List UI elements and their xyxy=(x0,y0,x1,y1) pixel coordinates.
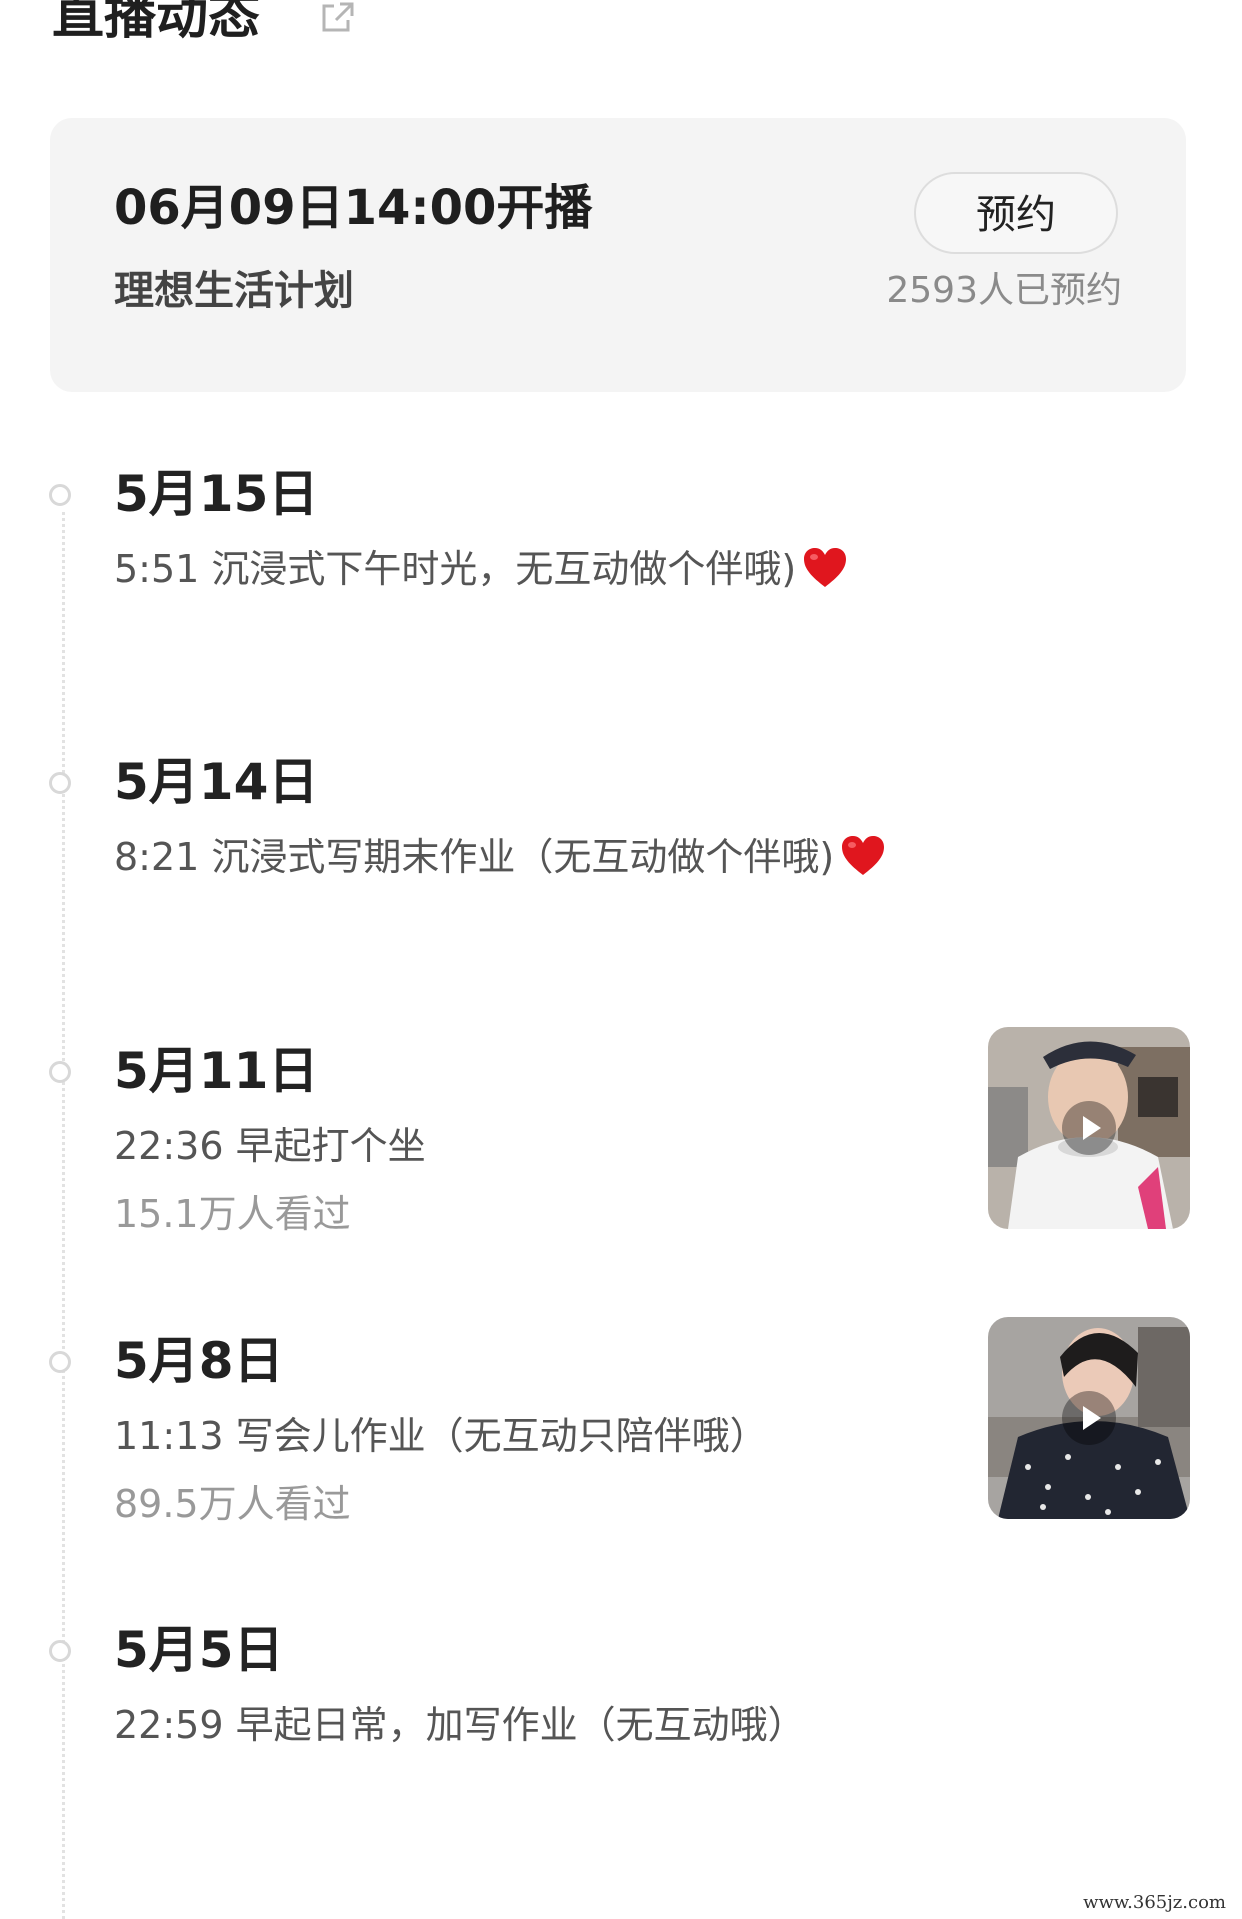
item-description: 11:13 写会儿作业（无互动只陪伴哦） xyxy=(114,1414,768,1458)
item-date: 5月14日 xyxy=(114,753,319,811)
video-thumbnail[interactable] xyxy=(988,1027,1190,1229)
timeline-dot xyxy=(49,484,71,506)
timeline-dot xyxy=(49,1351,71,1373)
timeline-dot xyxy=(49,1640,71,1662)
view-count: 15.1万人看过 xyxy=(114,1192,351,1236)
view-count: 89.5万人看过 xyxy=(114,1482,351,1526)
heart-icon xyxy=(804,548,847,587)
timeline-dot xyxy=(49,772,71,794)
live-schedule-card: 06月09日14:00开播 理想生活计划 预约 2593人已预约 xyxy=(50,118,1186,392)
external-link-icon[interactable] xyxy=(318,0,358,34)
video-thumbnail[interactable] xyxy=(988,1317,1190,1519)
timeline-dot xyxy=(49,1061,71,1083)
timeline-line xyxy=(62,512,65,1919)
watermark: www.365jz.com xyxy=(1079,1891,1230,1915)
item-date: 5月11日 xyxy=(114,1042,319,1100)
page-title: 直播动态 xyxy=(52,0,261,46)
reserve-count: 2593人已预约 xyxy=(886,270,1122,311)
play-icon xyxy=(1062,1391,1116,1445)
heart-icon xyxy=(842,836,885,875)
item-description: 22:36 早起打个坐 xyxy=(114,1124,426,1168)
schedule-time: 06月09日14:00开播 xyxy=(114,180,593,236)
item-date: 5月5日 xyxy=(114,1621,284,1679)
item-description: 22:59 早起日常，加写作业（无互动哦） xyxy=(114,1703,806,1747)
item-date: 5月8日 xyxy=(114,1332,284,1390)
schedule-name: 理想生活计划 xyxy=(114,268,354,314)
item-description: 5:51 沉浸式下午时光，无互动做个伴哦) xyxy=(114,540,848,598)
item-desc-text: 5:51 沉浸式下午时光，无互动做个伴哦) xyxy=(114,547,797,591)
item-description: 8:21 沉浸式写期末作业（无互动做个伴哦) xyxy=(114,828,886,886)
play-icon xyxy=(1062,1101,1116,1155)
item-desc-text: 8:21 沉浸式写期末作业（无互动做个伴哦) xyxy=(114,835,835,879)
reserve-button[interactable]: 预约 xyxy=(914,172,1118,254)
item-date: 5月15日 xyxy=(114,465,319,523)
